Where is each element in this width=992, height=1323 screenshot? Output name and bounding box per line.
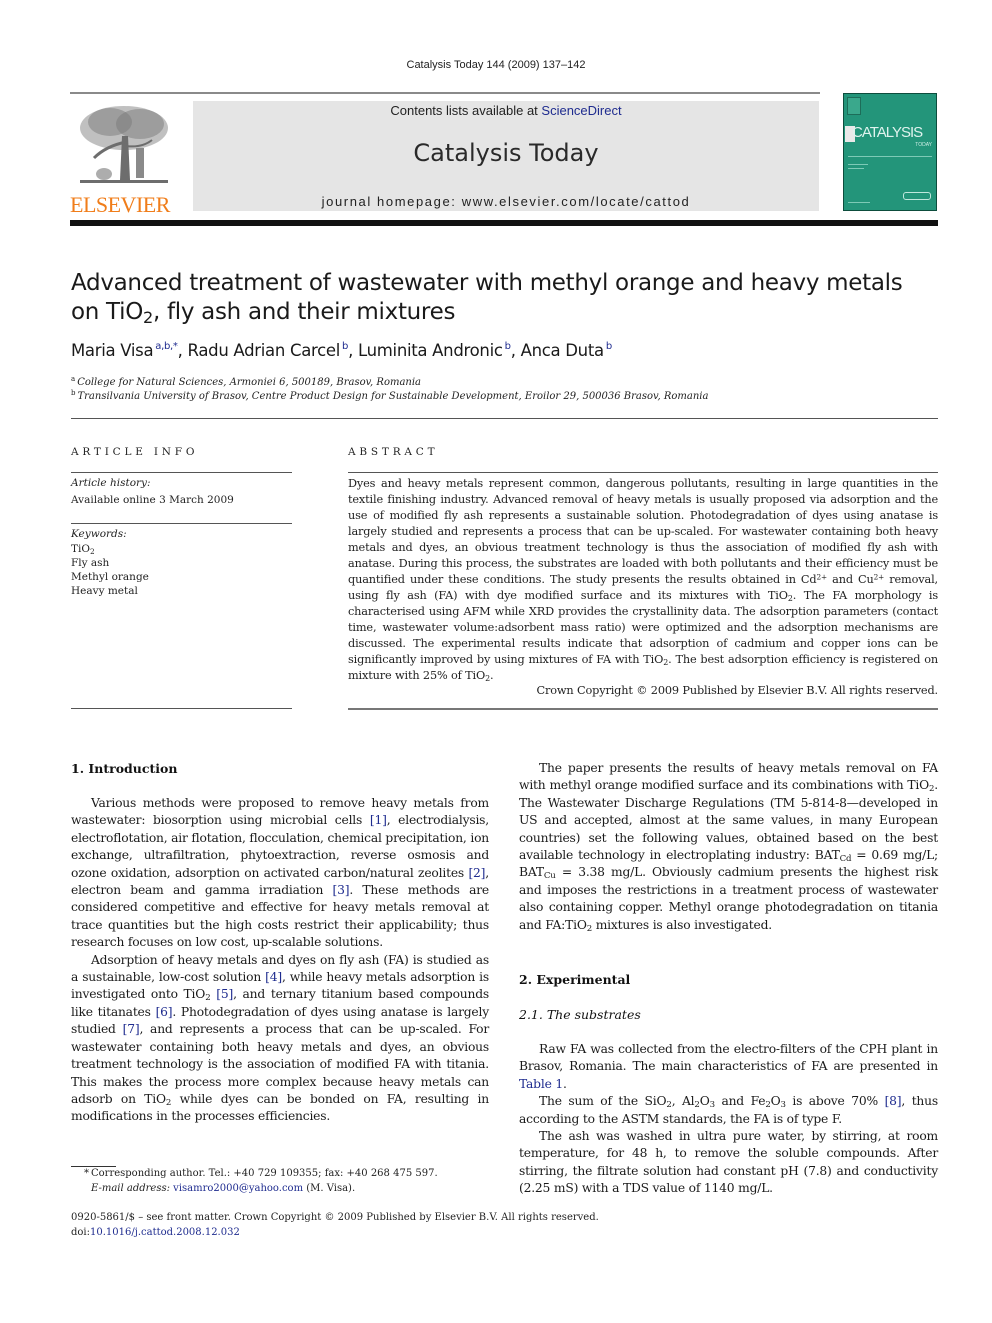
affiliation-mark: b [71, 389, 76, 397]
abstract-heading: ABSTRACT [348, 446, 439, 458]
cover-text-line [848, 156, 932, 157]
subsection-heading-substrates: 2.1. The substrates [519, 1007, 641, 1022]
abstract-copyright: Crown Copyright © 2009 Published by Else… [536, 684, 939, 697]
citation-link[interactable]: [3] [333, 883, 350, 897]
masthead-bottom-rule [70, 220, 938, 226]
author-affiliation-mark[interactable]: b [505, 341, 511, 352]
cover-sciencedirect-icon [903, 192, 931, 200]
citation-link[interactable]: [2] [468, 866, 485, 880]
cover-title: CATALYSIS [852, 124, 923, 141]
contents-prefix: Contents lists available at [390, 103, 542, 118]
keywords-label: Keywords: [71, 528, 127, 540]
affiliation-b: b Transilvania University of Brasov, Cent… [71, 389, 708, 402]
author-name[interactable]: Anca Duta [521, 341, 605, 360]
article-history-value: Available online 3 March 2009 [71, 494, 234, 506]
article-title: Advanced treatment of wastewater with me… [71, 269, 931, 327]
email-link[interactable]: visamro2000@yahoo.com [173, 1183, 303, 1194]
article-history-label: Article history: [71, 477, 151, 489]
article-info-divider [71, 472, 292, 473]
footnote-star: * [84, 1168, 89, 1179]
author-name[interactable]: Luminita Andronic [358, 341, 503, 360]
article-info-bottom-rule [71, 708, 292, 709]
citation-link[interactable]: [5] [216, 987, 233, 1001]
abstract-divider [348, 472, 938, 473]
journal-homepage-link[interactable]: journal homepage: www.elsevier.com/locat… [193, 194, 819, 209]
email-suffix: (M. Visa). [303, 1183, 356, 1194]
introduction-body-left: Various methods were proposed to remove … [71, 795, 489, 1126]
abstract-body: Dyes and heavy metals represent common, … [348, 477, 939, 683]
cover-badge-icon [847, 97, 861, 115]
introduction-body-right: The paper presents the results of heavy … [519, 760, 938, 934]
author-name[interactable]: Radu Adrian Carcel [188, 341, 341, 360]
citation-link[interactable]: [4] [265, 970, 282, 984]
journal-name: Catalysis Today [413, 139, 599, 167]
cover-subtitle: TODAY [915, 142, 932, 148]
sciencedirect-link[interactable]: ScienceDirect [541, 103, 621, 118]
keyword-item: Methyl orange [71, 571, 149, 583]
cover-text-line [848, 164, 868, 165]
keyword-list: TiO2 Fly ash Methyl orange Heavy metal [71, 542, 149, 598]
contents-line: Contents lists available at ScienceDirec… [193, 103, 819, 118]
elsevier-logo[interactable]: ELSEVIER [70, 100, 175, 217]
elsevier-tree-icon [80, 106, 168, 183]
author-affiliation-mark[interactable]: b [342, 341, 348, 352]
author-affiliation-mark[interactable]: b [606, 341, 612, 352]
intro-paragraph-3: The paper presents the results of heavy … [519, 761, 938, 934]
experimental-body: Raw FA was collected from the electro-fi… [519, 1041, 938, 1198]
corresponding-author-footnote: * Corresponding author. Tel.: +40 729 109… [71, 1168, 438, 1179]
author-list: Maria Visa a,b,*, Radu Adrian Carcel b, Lu… [71, 341, 612, 360]
intro-paragraph-1: Various methods were proposed to remove … [71, 796, 490, 950]
title-subscript: 2 [143, 308, 153, 328]
elsevier-wordmark: ELSEVIER [70, 192, 170, 217]
section-heading-introduction: 1. Introduction [71, 761, 178, 776]
journal-cover-thumbnail[interactable]: CATALYSIS TODAY [843, 93, 937, 211]
table-1-link[interactable]: Table 1 [519, 1077, 563, 1091]
doi-label: doi: [71, 1227, 90, 1238]
intro-paragraph-2: Adsorption of heavy metals and dyes on f… [71, 952, 490, 1124]
affiliation-text: Transilvania University of Brasov, Centr… [77, 391, 709, 402]
cover-text-line [848, 168, 864, 169]
footnote-rule [71, 1166, 116, 1167]
citation-link[interactable]: [1] [370, 813, 387, 827]
keyword-item: TiO2 [71, 543, 95, 556]
masthead-top-rule [70, 92, 820, 94]
experimental-paragraph-2: The sum of the SiO2, Al2O3 and Fe2O3 is … [519, 1094, 938, 1126]
header-divider [71, 418, 938, 419]
author-affiliation-mark[interactable]: a,b,* [155, 341, 178, 352]
section-heading-experimental: 2. Experimental [519, 972, 631, 987]
experimental-paragraph-3: The ash was washed in ultra pure water, … [519, 1129, 938, 1196]
issn-line: 0920-5861/$ – see front matter. Crown Co… [71, 1212, 599, 1223]
cover-text-line [848, 202, 870, 203]
keywords-divider [71, 523, 292, 524]
doi-line: doi:10.1016/j.cattod.2008.12.032 [71, 1227, 240, 1238]
running-head: Catalysis Today 144 (2009) 137–142 [406, 59, 586, 71]
affiliation-mark: a [71, 375, 76, 383]
affiliation-a: a College for Natural Sciences, Armoniei … [71, 375, 421, 388]
email-footnote: E-mail address: visamro2000@yahoo.com (M… [71, 1183, 355, 1194]
citation-link[interactable]: [8] [885, 1094, 902, 1108]
doi-link[interactable]: 10.1016/j.cattod.2008.12.032 [90, 1227, 240, 1238]
email-label: E-mail address: [91, 1183, 170, 1194]
experimental-paragraph-1: Raw FA was collected from the electro-fi… [519, 1042, 938, 1091]
citation-link[interactable]: [7] [123, 1022, 140, 1036]
author-name[interactable]: Maria Visa [71, 341, 154, 360]
abstract-bottom-rule [348, 708, 938, 710]
journal-banner: Contents lists available at ScienceDirec… [193, 101, 819, 211]
keyword-item: Fly ash [71, 557, 110, 569]
title-line-2-prefix: on TiO [71, 299, 143, 325]
citation-link[interactable]: [6] [156, 1005, 173, 1019]
title-line-2-suffix: , fly ash and their mixtures [152, 299, 456, 325]
corresponding-text: Corresponding author. Tel.: +40 729 1093… [91, 1168, 438, 1179]
keyword-item: Heavy metal [71, 585, 138, 597]
title-line-1: Advanced treatment of wastewater with me… [71, 270, 903, 296]
article-info-heading: ARTICLE INFO [71, 446, 199, 458]
affiliation-text: College for Natural Sciences, Armoniei 6… [77, 377, 422, 388]
